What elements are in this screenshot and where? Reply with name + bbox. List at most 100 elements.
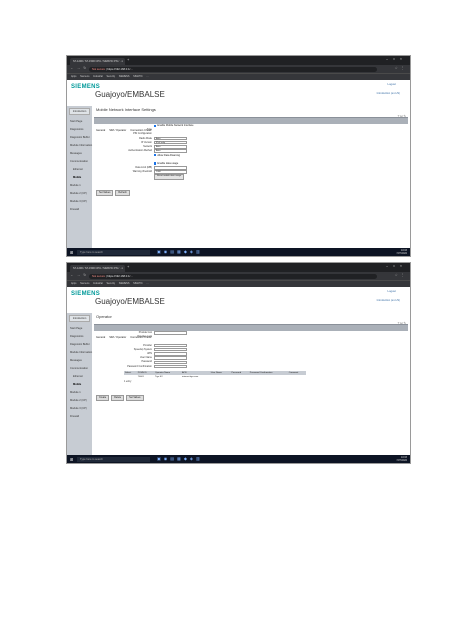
set-values-button[interactable]: Set Values bbox=[96, 190, 114, 197]
sidebar-item-module2[interactable]: Module 2 (CP) bbox=[67, 396, 92, 404]
set-values-button[interactable]: Set Values bbox=[126, 394, 144, 401]
sidebar-item-messages[interactable]: Messages bbox=[67, 149, 92, 157]
radio-mode-select[interactable]: Auto bbox=[154, 136, 187, 141]
language-link[interactable]: Introduction (en-US) bbox=[377, 299, 400, 302]
window-controls[interactable]: –□× bbox=[386, 57, 407, 61]
table-row[interactable]: 70601 Tigo SV internet.tigo.com bbox=[124, 375, 306, 379]
sidebar-item-start[interactable]: Start Page bbox=[67, 117, 92, 125]
sidebar-item-buffer[interactable]: Diagnostic Buffer bbox=[67, 133, 92, 141]
security-warning: Not secure bbox=[92, 274, 105, 278]
auth-method-select[interactable]: Auto bbox=[154, 149, 187, 153]
sidebar: Introduction Start Page Diagnostics Diag… bbox=[67, 313, 92, 455]
sidebar-item-mobile[interactable]: Mobile bbox=[67, 173, 92, 181]
sidebar-item-communication[interactable]: Communication bbox=[67, 364, 92, 372]
security-warning: Not secure bbox=[92, 67, 105, 71]
refresh-button[interactable]: Refresh bbox=[115, 190, 130, 197]
sidebar-item-module1[interactable]: Module 1 bbox=[67, 181, 92, 189]
logout-link[interactable]: Logout bbox=[387, 82, 396, 86]
apn-input[interactable] bbox=[154, 352, 187, 356]
extension-icons[interactable]: ☆⋮ bbox=[395, 273, 407, 277]
browser-tab-bar: S7-1200 / S7-1500 CPU / SIMATIC PN / … × … bbox=[67, 56, 410, 65]
screenshot-2: S7-1200 / S7-1500 CPU / SIMATIC PN / … × … bbox=[66, 262, 411, 464]
sidebar-item-firewall[interactable]: Firewall bbox=[67, 205, 92, 213]
settings-form: Enable Mobile Network Interface Type PIN… bbox=[94, 124, 408, 197]
sidebar-item-communication[interactable]: Communication bbox=[67, 157, 92, 165]
data-limit-input[interactable] bbox=[154, 166, 187, 170]
tab-strip: General SIM / Operator Connection Check bbox=[94, 117, 408, 134]
taskbar-search[interactable]: Type here to search bbox=[77, 249, 150, 255]
table-cell[interactable] bbox=[249, 375, 288, 379]
logout-link[interactable]: Logout bbox=[387, 289, 396, 293]
password-input[interactable] bbox=[154, 360, 187, 364]
system-tray-clock[interactable]: 10:03 7/27/2022 bbox=[396, 456, 407, 462]
sidebar-button[interactable]: Introduction bbox=[69, 315, 90, 322]
sidebar-item-ethernet[interactable]: Ethernet bbox=[67, 165, 92, 173]
reset-usage-button[interactable]: Reset mobile data usage bbox=[154, 174, 185, 181]
enable-data-usage-checkbox[interactable]: Enable data usage bbox=[154, 162, 178, 165]
windows-start-icon[interactable]: ⊞ bbox=[70, 250, 73, 255]
provider-list-select[interactable] bbox=[154, 331, 187, 335]
speedup-input[interactable] bbox=[154, 348, 187, 352]
sidebar-item-module-info[interactable]: Module Information bbox=[67, 348, 92, 356]
sidebar-item-diagnostics[interactable]: Diagnostics bbox=[67, 125, 92, 133]
table-cell[interactable] bbox=[210, 375, 231, 379]
close-tab-icon[interactable]: × bbox=[121, 265, 123, 272]
windows-start-icon[interactable]: ⊞ bbox=[70, 457, 73, 462]
new-tab-icon[interactable]: + bbox=[127, 57, 129, 62]
new-tab-icon[interactable]: + bbox=[127, 264, 129, 269]
allow-roaming-checkbox[interactable]: Allow Data Roaming bbox=[154, 154, 180, 157]
table-cell[interactable]: internet.tigo.com bbox=[181, 375, 210, 379]
taskbar-search[interactable]: Type here to search bbox=[77, 456, 150, 462]
operator-table: Select PLMN ID Operator Name APN User Na… bbox=[124, 370, 306, 379]
extension-icons[interactable]: ☆⋮ bbox=[395, 66, 407, 70]
enable-interface-checkbox[interactable]: Enable Mobile Network Interface bbox=[154, 124, 194, 127]
sidebar-item-messages[interactable]: Messages bbox=[67, 356, 92, 364]
tab-title: S7-1200 / S7-1500 CPU / SIMATIC PN / … bbox=[73, 60, 123, 63]
url-text: https://192.168.0.1/... bbox=[107, 274, 133, 278]
sidebar-item-module1[interactable]: Module 1 bbox=[67, 388, 92, 396]
ip-version-select[interactable]: IPv4 only bbox=[154, 141, 187, 145]
password-confirm-input[interactable] bbox=[154, 364, 187, 369]
taskbar-app-icons[interactable]: ▣◉▤▦◆◈▥ bbox=[157, 249, 203, 254]
field-label: Radio Mode bbox=[139, 136, 152, 140]
sidebar-item-module-info[interactable]: Module Information bbox=[67, 141, 92, 149]
address-bar: ←→↻ Not secure | https://192.168.0.1/...… bbox=[67, 272, 410, 280]
sidebar-item-module3[interactable]: Module 3 (CP) bbox=[67, 197, 92, 205]
username-input[interactable] bbox=[154, 356, 187, 360]
sidebar-item-module3[interactable]: Module 3 (CP) bbox=[67, 404, 92, 412]
nav-buttons-icon[interactable]: ←→↻ bbox=[70, 273, 89, 277]
system-tray-clock[interactable]: 10:03 7/27/2022 bbox=[396, 249, 407, 255]
sidebar-item-start[interactable]: Start Page bbox=[67, 324, 92, 332]
close-tab-icon[interactable]: × bbox=[121, 58, 123, 65]
browser-tab[interactable]: S7-1200 / S7-1500 CPU / SIMATIC PN / … × bbox=[70, 265, 125, 272]
sidebar-item-module2[interactable]: Module 2 (CP) bbox=[67, 189, 92, 197]
create-button[interactable]: Create bbox=[96, 394, 110, 401]
browser-tab[interactable]: S7-1200 / S7-1500 CPU / SIMATIC PN / … × bbox=[70, 58, 125, 65]
provider-input[interactable] bbox=[154, 343, 187, 348]
nav-buttons-icon[interactable]: ←→↻ bbox=[70, 66, 89, 70]
field-label: IP Version bbox=[141, 140, 152, 144]
sidebar-button[interactable]: Introduction bbox=[69, 108, 90, 115]
sidebar-item-ethernet[interactable]: Ethernet bbox=[67, 372, 92, 380]
delete-button[interactable]: Delete bbox=[111, 394, 125, 401]
window-controls[interactable]: –□× bbox=[386, 264, 407, 268]
table-cell-select[interactable] bbox=[124, 375, 137, 379]
field-label: Network bbox=[143, 144, 152, 148]
bookmarks-bar[interactable]: Apps Siemens Industrial Security SIEMENS… bbox=[67, 280, 410, 287]
table-cell[interactable] bbox=[288, 375, 306, 379]
warning-threshold-input[interactable]: 1000 bbox=[154, 170, 187, 174]
table-cell[interactable] bbox=[230, 375, 248, 379]
url-field[interactable]: Not secure | https://192.168.0.1/... bbox=[89, 66, 377, 72]
sidebar-item-diagnostics[interactable]: Diagnostics bbox=[67, 332, 92, 340]
bookmarks-bar[interactable]: Apps Siemens Industrial Security SIEMENS… bbox=[67, 73, 410, 80]
table-cell[interactable]: 70601 bbox=[137, 375, 154, 379]
taskbar-app-icons[interactable]: ▣◉▤▦◆◈▥ bbox=[157, 456, 203, 461]
network-select[interactable]: Auto bbox=[154, 145, 187, 149]
sidebar-item-firewall[interactable]: Firewall bbox=[67, 412, 92, 420]
sidebar-item-mobile[interactable]: Mobile bbox=[67, 380, 92, 388]
url-field[interactable]: Not secure | https://192.168.0.1/... bbox=[89, 273, 377, 279]
field-label: Password Confirmation bbox=[127, 364, 152, 368]
sidebar-item-buffer[interactable]: Diagnostic Buffer bbox=[67, 340, 92, 348]
language-link[interactable]: Introduction (en-US) bbox=[377, 92, 400, 95]
table-cell[interactable]: Tigo SV bbox=[154, 375, 181, 379]
